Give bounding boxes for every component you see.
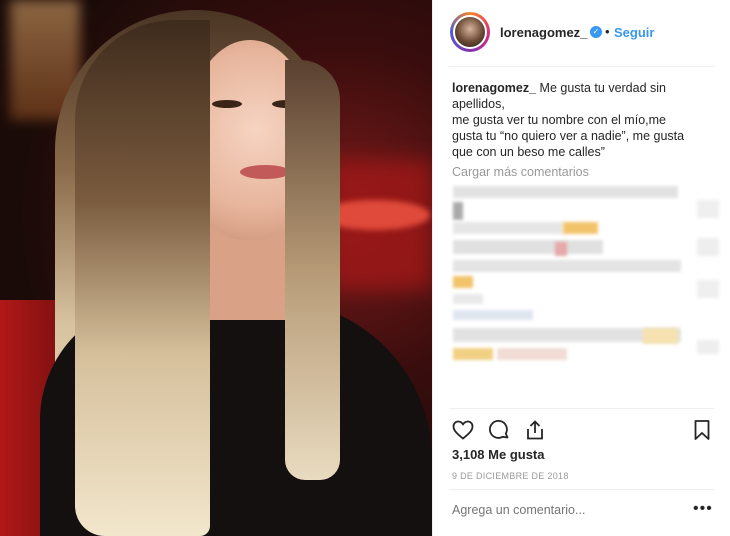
redacted-comment-block <box>453 222 563 234</box>
redacted-comment-block <box>643 328 678 344</box>
avatar-story-ring[interactable] <box>450 12 490 52</box>
redacted-comment-block <box>453 260 681 272</box>
load-more-comments-link[interactable]: Cargar más comentarios <box>452 165 589 179</box>
caption-line: que con un beso me calles” <box>452 145 605 159</box>
redacted-comment-block <box>697 200 719 218</box>
actions-divider <box>449 408 715 409</box>
bookmark-icon[interactable] <box>690 418 714 442</box>
username-link[interactable]: lorenagomez_ <box>500 25 587 40</box>
redacted-comment-block <box>497 348 567 360</box>
redacted-comment-block <box>453 276 473 288</box>
follow-button[interactable]: Seguir <box>614 25 654 40</box>
post-photo[interactable] <box>0 0 432 536</box>
eye-left <box>212 100 242 108</box>
more-options-icon[interactable]: ••• <box>693 500 713 518</box>
heart-icon[interactable] <box>451 418 475 442</box>
redacted-comment-block <box>453 240 603 254</box>
hair-front <box>75 20 210 536</box>
redacted-comment-block <box>563 222 598 234</box>
caption-username[interactable]: lorenagomez_ <box>452 81 536 95</box>
redacted-comment-block <box>697 238 719 256</box>
post-side-panel: lorenagomez_ ✓ • Seguir lorenagomez_ Me … <box>432 0 730 536</box>
redacted-comment-block <box>453 202 463 220</box>
hair-right <box>285 60 340 480</box>
post-header: lorenagomez_ ✓ • Seguir <box>433 0 730 66</box>
redacted-comment-block <box>697 280 719 298</box>
comment-input[interactable] <box>452 503 672 517</box>
post-caption: lorenagomez_ Me gusta tu verdad sin apel… <box>452 80 717 160</box>
verified-badge-icon: ✓ <box>590 26 602 38</box>
separator-dot: • <box>605 24 610 39</box>
redacted-comment-block <box>453 310 533 320</box>
caption-line: Me gusta tu verdad sin <box>536 81 666 95</box>
likes-count[interactable]: 3,108 Me gusta <box>452 447 545 462</box>
caption-line: gusta tu “no quiero ver a nadie”, me gus… <box>452 129 685 143</box>
redacted-comment-block <box>453 348 493 360</box>
redacted-comment-block <box>453 186 678 198</box>
post-date[interactable]: 9 DE DICIEMBRE DE 2018 <box>452 471 569 481</box>
share-icon[interactable] <box>523 418 547 442</box>
caption-line: apellidos, <box>452 97 505 111</box>
comment-divider <box>449 489 715 490</box>
redacted-comment-block <box>555 242 567 256</box>
header-divider <box>449 66 715 67</box>
redacted-comment-block <box>453 294 483 304</box>
caption-line: me gusta ver tu nombre con el mío,me <box>452 113 666 127</box>
redacted-comments <box>443 182 729 372</box>
avatar[interactable] <box>453 15 487 49</box>
lips <box>240 165 290 179</box>
redacted-comment-block <box>697 340 719 354</box>
comment-bubble-icon[interactable] <box>487 418 511 442</box>
